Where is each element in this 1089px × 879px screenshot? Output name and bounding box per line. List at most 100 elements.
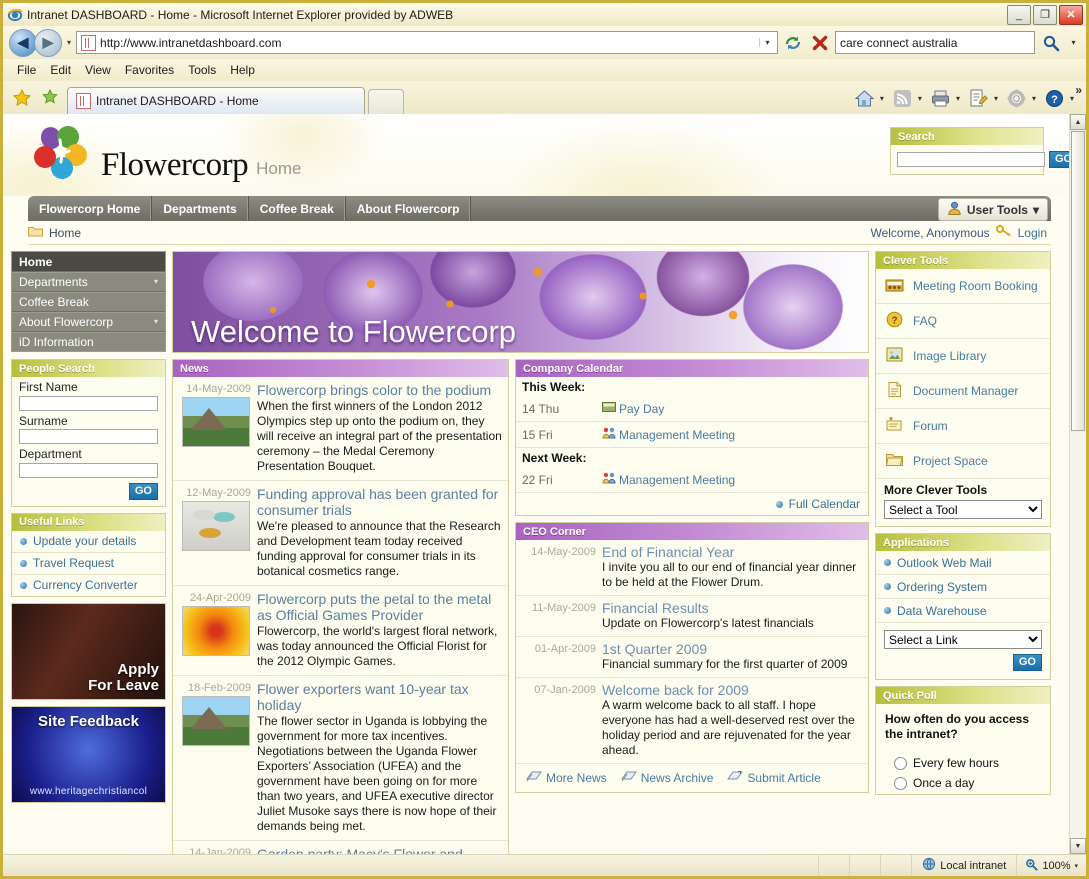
nav-item-about-flowercorp[interactable]: About Flowercorp bbox=[346, 196, 472, 221]
menu-file[interactable]: File bbox=[11, 62, 42, 78]
search-dropdown-icon[interactable]: ▾ bbox=[1067, 38, 1080, 47]
security-zone[interactable]: Local intranet bbox=[911, 855, 1016, 876]
quick-poll-option[interactable]: Every few hours bbox=[876, 754, 1050, 774]
calendar-row[interactable]: 22 Fri Management Meeting bbox=[516, 467, 868, 493]
back-button[interactable]: ◀ bbox=[9, 28, 37, 57]
ceo-headline[interactable]: Welcome back for 2009 bbox=[602, 682, 862, 698]
full-calendar-link[interactable]: Full Calendar bbox=[789, 497, 860, 511]
applications-select[interactable]: Select a Link bbox=[884, 630, 1042, 649]
clever-tool-project-space[interactable]: Project Space bbox=[876, 444, 1050, 479]
news-item[interactable]: 18-Feb-2009 Flower exporters want 10-yea… bbox=[173, 676, 508, 841]
site-search-input[interactable] bbox=[897, 152, 1045, 167]
address-bar[interactable]: http://www.intranetdashboard.com ▾ bbox=[76, 31, 778, 54]
section-menu-item-about-flowercorp[interactable]: About Flowercorp ▾ bbox=[12, 312, 165, 332]
print-icon[interactable] bbox=[928, 86, 954, 110]
promo-site-feedback[interactable]: Site Feedback www.heritagechristiancol bbox=[11, 705, 166, 803]
tools-dropdown-icon[interactable]: ▾ bbox=[1032, 94, 1036, 103]
ceo-item[interactable]: 07-Jan-2009 Welcome back for 2009 A warm… bbox=[516, 678, 868, 764]
news-headline[interactable]: Flowercorp brings color to the podium bbox=[257, 382, 502, 398]
menu-edit[interactable]: Edit bbox=[44, 62, 77, 78]
page-dropdown-icon[interactable]: ▾ bbox=[994, 94, 998, 103]
ceo-item[interactable]: 01-Apr-2009 1st Quarter 2009 Financial s… bbox=[516, 637, 868, 678]
section-menu-item-departments[interactable]: Departments ▾ bbox=[12, 272, 165, 292]
radio-icon[interactable] bbox=[894, 776, 907, 790]
news-headline[interactable]: Garden party: Macy's Flower and Garden S… bbox=[257, 846, 502, 854]
section-menu-item-coffee-break[interactable]: Coffee Break bbox=[12, 292, 165, 312]
surname-input[interactable] bbox=[19, 429, 158, 444]
news-item[interactable]: 14-Jan-2009 Garden party: Macy's Flower … bbox=[173, 841, 508, 854]
first-name-input[interactable] bbox=[19, 395, 158, 411]
clever-tool-faq[interactable]: ? FAQ bbox=[876, 304, 1050, 339]
ceo-item[interactable]: 11-May-2009 Financial Results Update on … bbox=[516, 596, 868, 637]
maximize-button[interactable]: ❐ bbox=[1033, 5, 1057, 25]
stop-button[interactable] bbox=[808, 31, 832, 55]
news-item[interactable]: 14-May-2009 Flowercorp brings color to t… bbox=[173, 377, 508, 481]
refresh-button[interactable] bbox=[781, 31, 805, 55]
ceo-headline[interactable]: 1st Quarter 2009 bbox=[602, 641, 847, 657]
close-button[interactable]: ✕ bbox=[1059, 5, 1083, 25]
home-dropdown-icon[interactable]: ▾ bbox=[880, 94, 884, 103]
nav-item-departments[interactable]: Departments bbox=[152, 196, 249, 221]
clever-tool-document-manager[interactable]: Document Manager bbox=[876, 374, 1050, 409]
department-input[interactable] bbox=[19, 462, 158, 478]
application-item[interactable]: Ordering System bbox=[876, 575, 1050, 599]
browser-tab[interactable]: Intranet DASHBOARD - Home bbox=[67, 87, 365, 114]
applications-go-button[interactable]: GO bbox=[1012, 654, 1042, 671]
scrollbar-track[interactable] bbox=[1070, 432, 1086, 838]
calendar-row[interactable]: 14 Thu Pay Day bbox=[516, 396, 868, 422]
submit-article-link[interactable]: Submit Article bbox=[727, 770, 821, 786]
useful-link-item[interactable]: Update your details bbox=[12, 531, 165, 553]
add-to-favorites-icon[interactable] bbox=[38, 85, 64, 111]
clever-tools-select[interactable]: Select a Tool bbox=[884, 500, 1042, 519]
news-archive-link[interactable]: News Archive bbox=[620, 770, 713, 786]
user-tools-button[interactable]: User Tools ▾ bbox=[937, 198, 1048, 221]
browser-search-box[interactable]: care connect australia bbox=[835, 31, 1035, 54]
menu-tools[interactable]: Tools bbox=[182, 62, 222, 78]
menu-view[interactable]: View bbox=[79, 62, 117, 78]
section-menu-item-id-information[interactable]: iD Information bbox=[12, 332, 165, 351]
menu-help[interactable]: Help bbox=[224, 62, 261, 78]
page-tools-icon[interactable] bbox=[966, 86, 992, 110]
news-headline[interactable]: Flower exporters want 10-year tax holida… bbox=[257, 681, 502, 713]
minimize-button[interactable]: _ bbox=[1007, 5, 1031, 25]
print-dropdown-icon[interactable]: ▾ bbox=[956, 94, 960, 103]
radio-icon[interactable] bbox=[894, 756, 907, 770]
address-dropdown-icon[interactable]: ▾ bbox=[759, 38, 775, 47]
ceo-item[interactable]: 14-May-2009 End of Financial Year I invi… bbox=[516, 540, 868, 596]
scroll-up-button[interactable]: ▲ bbox=[1070, 114, 1086, 130]
nav-item-coffee-break[interactable]: Coffee Break bbox=[249, 196, 346, 221]
zoom-dropdown-icon[interactable]: ▾ bbox=[1074, 862, 1078, 870]
news-headline[interactable]: Funding approval has been granted for co… bbox=[257, 486, 502, 518]
section-menu-item-home[interactable]: Home bbox=[12, 252, 165, 272]
ceo-headline[interactable]: End of Financial Year bbox=[602, 544, 862, 560]
clever-tool-image-library[interactable]: Image Library bbox=[876, 339, 1050, 374]
application-item[interactable]: Data Warehouse bbox=[876, 599, 1050, 623]
scroll-down-button[interactable]: ▼ bbox=[1070, 838, 1086, 854]
gear-icon[interactable] bbox=[1004, 86, 1030, 110]
people-search-go-button[interactable]: GO bbox=[128, 482, 158, 500]
calendar-row[interactable]: 15 Fri Management Meeting bbox=[516, 422, 868, 448]
browser-search-input[interactable]: care connect australia bbox=[840, 36, 957, 50]
help-dropdown-icon[interactable]: ▾ bbox=[1070, 94, 1074, 103]
history-dropdown-icon[interactable]: ▾ bbox=[65, 38, 73, 47]
scrollbar-thumb[interactable] bbox=[1071, 131, 1085, 431]
clever-tool-forum[interactable]: Forum bbox=[876, 409, 1050, 444]
site-search-go-button[interactable]: GO bbox=[1049, 151, 1069, 168]
forward-button[interactable]: ▶ bbox=[34, 28, 62, 57]
search-icon[interactable] bbox=[1038, 31, 1064, 55]
favorites-star-icon[interactable] bbox=[9, 85, 35, 111]
menu-favorites[interactable]: Favorites bbox=[119, 62, 180, 78]
useful-link-item[interactable]: Travel Request bbox=[12, 553, 165, 575]
application-item[interactable]: Outlook Web Mail bbox=[876, 551, 1050, 575]
more-news-link[interactable]: More News bbox=[526, 770, 607, 786]
home-icon[interactable] bbox=[852, 86, 878, 110]
useful-link-item[interactable]: Currency Converter bbox=[12, 575, 165, 596]
page-scrollbar[interactable]: ▲ ▼ bbox=[1069, 114, 1086, 854]
quick-poll-option[interactable]: Once a day bbox=[876, 774, 1050, 794]
zoom-control[interactable]: 100% ▾ bbox=[1016, 855, 1086, 876]
rss-feeds-icon[interactable] bbox=[890, 86, 916, 110]
news-item[interactable]: 12-May-2009 Funding approval has been gr… bbox=[173, 481, 508, 586]
site-logo[interactable]: Flowercorp Home bbox=[31, 124, 302, 182]
news-item[interactable]: 24-Apr-2009 Flowercorp puts the petal to… bbox=[173, 586, 508, 676]
new-tab-button[interactable] bbox=[368, 89, 404, 114]
